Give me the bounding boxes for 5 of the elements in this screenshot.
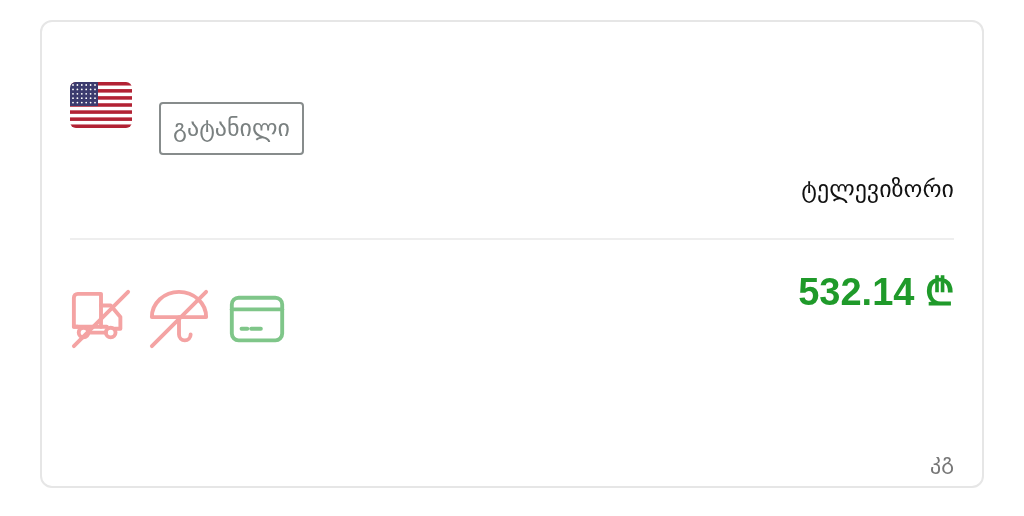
- product-title: ტელევიზორი: [801, 173, 954, 205]
- flag-icon: [70, 82, 132, 128]
- unit-label: კგ: [930, 448, 954, 476]
- price: 532.14 ₾: [798, 270, 954, 316]
- status-badge: გატანილი: [159, 102, 304, 155]
